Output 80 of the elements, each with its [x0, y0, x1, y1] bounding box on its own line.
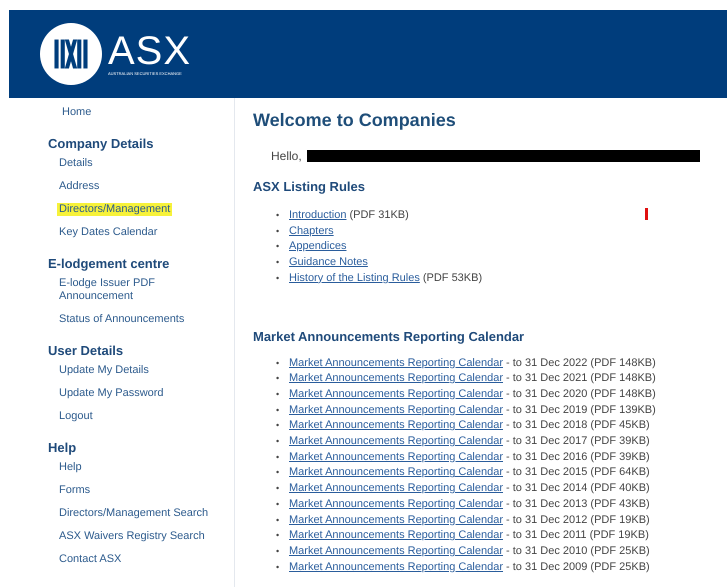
bullet: •	[276, 404, 280, 417]
bullet: •	[276, 372, 280, 386]
calendar-link[interactable]: Market Announcements Reporting Calendar	[289, 465, 504, 482]
date-size-note: - to 31 Dec 2010 (PDF 25KB)	[506, 544, 650, 559]
bullet: •	[276, 450, 280, 464]
bullet: •	[276, 514, 280, 527]
sidebar-link[interactable]: Status of Announcements	[57, 313, 186, 326]
date-size-note: - to 31 Dec 2009 (PDF 25KB)	[506, 560, 650, 575]
date-size-note: - to 31 Dec 2014 (PDF 40KB)	[506, 481, 650, 496]
date-size-note: - to 31 Dec 2019 (PDF 139KB)	[506, 402, 656, 418]
date-size-note: - to 31 Dec 2013 (PDF 43KB)	[506, 496, 650, 512]
bullet: •	[276, 466, 280, 480]
bullet: •	[276, 498, 280, 511]
date-size-note: - to 31 Dec 2022 (PDF 148KB)	[506, 356, 656, 371]
document-link[interactable]: History of the Listing Rules	[289, 270, 420, 287]
bullet: •	[276, 482, 280, 496]
calendar-link[interactable]: Market Announcements Reporting Calendar	[289, 496, 504, 513]
sidebar-link[interactable]: Directors/Management Search	[57, 507, 210, 520]
sidebar-link[interactable]: Update My Details	[57, 364, 151, 377]
sidebar-link[interactable]: Help	[57, 461, 84, 474]
bullet: •	[276, 435, 280, 448]
date-size-note: - to 31 Dec 2011 (PDF 19KB)	[506, 528, 649, 544]
document-link[interactable]: Guidance Notes	[289, 255, 368, 271]
sidebar-heading: Help	[48, 440, 78, 456]
annotation-mark	[645, 208, 648, 220]
date-size-note: - to 31 Dec 2012 (PDF 19KB)	[506, 512, 650, 528]
calendar-link[interactable]: Market Announcements Reporting Calendar	[289, 418, 504, 434]
sidebar-link[interactable]: Contact ASX	[57, 553, 124, 566]
sidebar-heading: Company Details	[48, 136, 154, 152]
date-size-note: - to 31 Dec 2020 (PDF 148KB)	[506, 386, 656, 402]
calendar-link[interactable]: Market Announcements Reporting Calendar	[289, 512, 504, 528]
sidebar-link[interactable]: Forms	[57, 484, 92, 497]
calendar-link[interactable]: Market Announcements Reporting Calendar	[289, 371, 504, 387]
logo-icon	[40, 23, 102, 85]
sidebar-link[interactable]: Details	[57, 157, 95, 170]
date-size-note: - to 31 Dec 2021 (PDF 148KB)	[506, 371, 656, 386]
bullet: •	[276, 240, 280, 254]
sidebar-link[interactable]: Home	[60, 106, 94, 119]
calendar-link[interactable]: Market Announcements Reporting Calendar	[289, 386, 504, 403]
document-link[interactable]: Appendices	[289, 239, 346, 256]
sidebar-link[interactable]: Update My Password	[57, 387, 166, 400]
bullet: •	[276, 560, 280, 574]
calendar-link[interactable]: Market Announcements Reporting Calendar	[289, 356, 504, 372]
date-size-note: - to 31 Dec 2018 (PDF 45KB)	[506, 418, 650, 434]
calendar-link[interactable]: Market Announcements Reporting Calendar	[289, 528, 504, 544]
date-size-note: - to 31 Dec 2016 (PDF 39KB)	[506, 450, 650, 465]
bullet: •	[276, 419, 280, 432]
sidebar-link[interactable]: Logout	[57, 410, 95, 423]
sidebar-heading: User Details	[48, 343, 124, 359]
bullet: •	[276, 544, 280, 558]
sidebar-link[interactable]: E-lodge Issuer PDF Announcement	[57, 277, 171, 303]
calendar-link[interactable]: Market Announcements Reporting Calendar	[289, 560, 504, 576]
section-heading: Market Announcements Reporting Calendar	[253, 328, 526, 344]
document-link[interactable]: Introduction	[289, 208, 346, 224]
logo-text: ASX	[108, 31, 192, 71]
calendar-link[interactable]: Market Announcements Reporting Calendar	[289, 402, 504, 418]
sidebar-link[interactable]: Key Dates Calendar	[57, 226, 160, 239]
calendar-link[interactable]: Market Announcements Reporting Calendar	[289, 481, 504, 497]
bullet: •	[276, 272, 280, 285]
bullet: •	[276, 388, 280, 401]
date-size-note: - to 31 Dec 2015 (PDF 64KB)	[506, 465, 650, 480]
sidebar-heading: E-lodgement centre	[48, 256, 170, 272]
bullet: •	[276, 209, 280, 222]
greeting-text: Hello,	[271, 149, 302, 163]
file-size-note: (PDF 31KB)	[349, 208, 409, 223]
calendar-link[interactable]: Market Announcements Reporting Calendar	[289, 544, 504, 560]
calendar-link[interactable]: Market Announcements Reporting Calendar	[289, 450, 504, 466]
bullet: •	[276, 356, 280, 370]
page-title: Welcome to Companies	[253, 110, 457, 131]
section-heading: ASX Listing Rules	[253, 179, 366, 194]
calendar-link[interactable]: Market Announcements Reporting Calendar	[289, 434, 504, 450]
sidebar-link[interactable]: Address	[57, 180, 102, 193]
document-link[interactable]: Chapters	[289, 224, 334, 240]
bullet: •	[276, 224, 280, 238]
bullet: •	[276, 256, 280, 270]
bullet: •	[276, 529, 280, 542]
date-size-note: - to 31 Dec 2017 (PDF 39KB)	[506, 434, 650, 450]
sidebar-link[interactable]: Directors/Management	[57, 203, 172, 216]
sidebar-link[interactable]: ASX Waivers Registry Search	[57, 530, 207, 543]
file-size-note: (PDF 53KB)	[422, 270, 482, 286]
